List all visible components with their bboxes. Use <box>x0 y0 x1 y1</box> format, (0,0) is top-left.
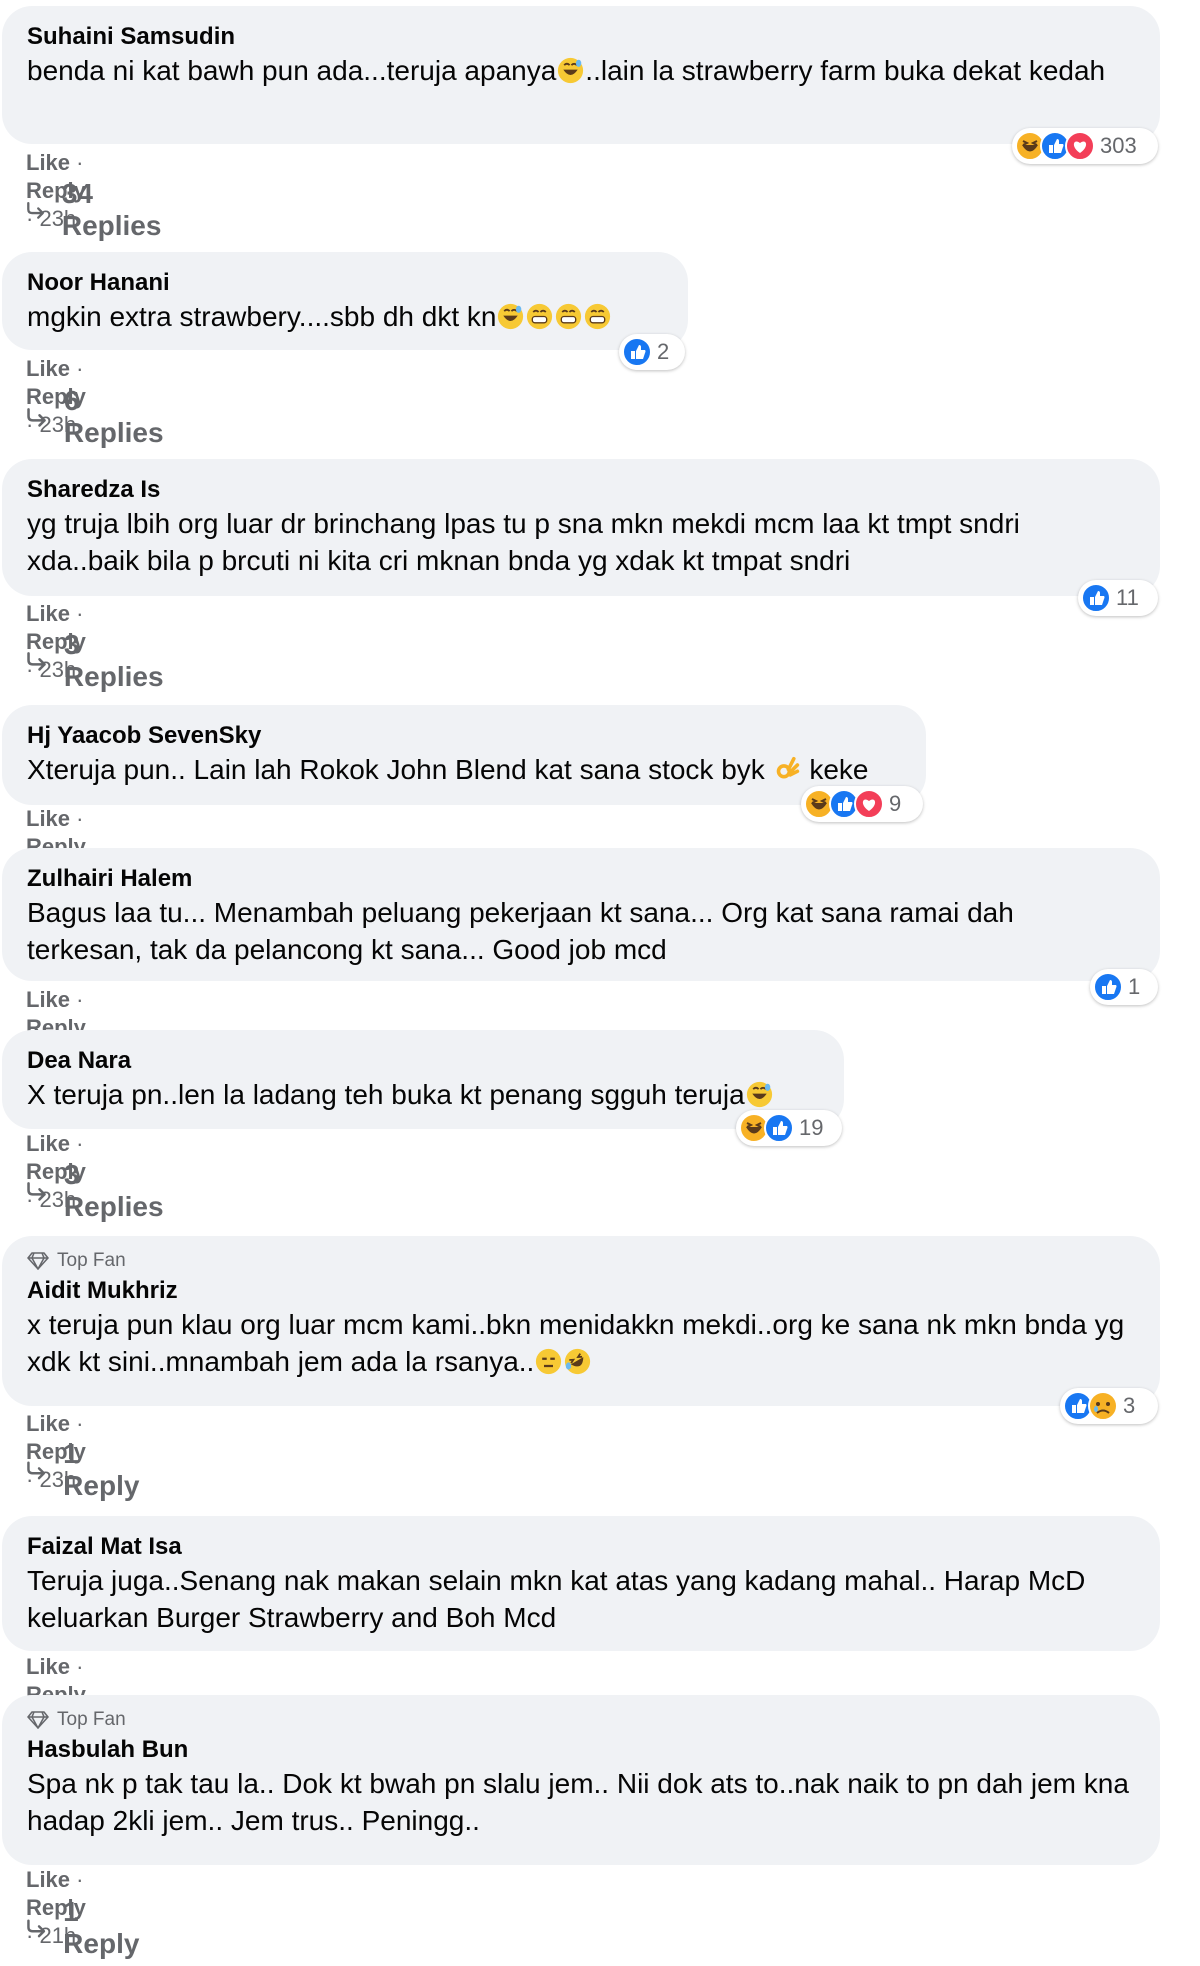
comment-text: benda ni kat bawh pun ada...teruja apany… <box>27 55 1106 86</box>
comment-actions: Like · Reply · 23h <box>26 1653 86 1735</box>
comment-author[interactable]: Hasbulah Bun <box>27 1735 1134 1765</box>
reaction-count: 1 <box>1128 974 1141 999</box>
comment-text: yg truja lbih org luar dr brinchang lpas… <box>27 508 1020 576</box>
comment-thread: Suhaini Samsudin benda ni kat bawh pun a… <box>0 0 1200 1966</box>
reaction-summary[interactable]: 1 <box>1090 969 1158 1005</box>
comment-text: Xteruja pun.. Lain lah Rokok John Blend … <box>27 754 869 785</box>
like-link[interactable]: Like <box>26 356 70 381</box>
like-reaction-icon <box>764 1113 794 1143</box>
like-link[interactable]: Like <box>26 987 70 1012</box>
comment-text: mgkin extra strawbery....sbb dh dkt kn <box>27 298 662 335</box>
view-replies-link[interactable]: 6 Replies <box>26 385 168 448</box>
view-replies-link[interactable]: 1 Reply <box>26 1438 144 1501</box>
grinning-emoji-icon <box>527 303 553 330</box>
comment-author[interactable]: Faizal Mat Isa <box>27 1532 1134 1562</box>
reaction-summary[interactable]: 9 <box>801 786 923 822</box>
comment-actions: Like · Reply · 21h <box>26 1867 86 1948</box>
comment-actions: Like · Reply · 23h <box>26 1131 86 1212</box>
love-reaction-icon <box>1065 131 1095 161</box>
grinning-emoji-icon <box>556 303 582 330</box>
comment-text: Teruja juga..Senang nak makan selain mkn… <box>27 1565 1086 1633</box>
reaction-count: 9 <box>889 791 902 816</box>
comment-bubble: Noor Hanani mgkin extra strawbery....sbb… <box>2 252 688 350</box>
comment-actions: Like · Reply · 22h <box>26 805 86 887</box>
view-replies-link[interactable]: 3 Replies <box>26 1159 168 1222</box>
reaction-count: 2 <box>657 339 670 364</box>
reply-arrow-icon <box>27 1461 46 1480</box>
grinning-sweat-emoji-icon <box>558 57 584 84</box>
grinning-sweat-emoji-icon <box>746 1081 772 1108</box>
reaction-summary[interactable]: 19 <box>736 1110 842 1146</box>
top-fan-badge[interactable]: Top Fan <box>27 1248 1134 1274</box>
sad-reaction-icon <box>1088 1391 1118 1421</box>
comment-author[interactable]: Aidit Mukhriz <box>27 1276 1134 1306</box>
reply-arrow-icon <box>27 408 46 427</box>
view-replies-link[interactable]: 1 Reply <box>26 1896 144 1959</box>
like-link[interactable]: Like <box>26 150 70 175</box>
comment-author[interactable]: Noor Hanani <box>27 268 662 298</box>
like-link[interactable]: Like <box>26 1131 70 1156</box>
grinning-sweat-emoji-icon <box>498 303 524 330</box>
comment-author[interactable]: Sharedza Is <box>27 475 1134 505</box>
reply-arrow-icon <box>27 1919 46 1938</box>
top-fan-badge[interactable]: Top Fan <box>27 1707 1134 1733</box>
reaction-summary[interactable]: 303 <box>1012 128 1158 164</box>
comment-bubble: Top Fan Aidit Mukhriz x teruja pun klau … <box>2 1236 1160 1406</box>
comment-actions: Like · Reply · 20h <box>26 986 86 1068</box>
comment-actions: Like · Reply · 23h <box>26 356 86 437</box>
like-reaction-icon <box>1093 972 1123 1002</box>
like-link[interactable]: Like <box>26 806 70 831</box>
reply-arrow-icon <box>27 1182 46 1201</box>
reaction-summary[interactable]: 3 <box>1060 1388 1158 1424</box>
comment-bubble: Suhaini Samsudin benda ni kat bawh pun a… <box>2 6 1160 144</box>
comment-bubble: Zulhairi Halem Bagus laa tu... Menambah … <box>2 848 1160 981</box>
like-link[interactable]: Like <box>26 601 70 626</box>
like-link[interactable]: Like <box>26 1654 70 1679</box>
like-reaction-icon <box>1081 583 1111 613</box>
like-reaction-icon <box>622 337 652 367</box>
comment-bubble: Faizal Mat Isa Teruja juga..Senang nak m… <box>2 1516 1160 1651</box>
diamond-icon <box>27 1252 49 1270</box>
comment-author[interactable]: Dea Nara <box>27 1046 818 1076</box>
comment-author[interactable]: Suhaini Samsudin <box>27 22 1134 52</box>
comment-text: Bagus laa tu... Menambah peluang pekerja… <box>27 897 1014 965</box>
reply-arrow-icon <box>27 652 46 671</box>
reaction-count: 11 <box>1116 585 1139 610</box>
comment-bubble: Dea Nara X teruja pn..len la ladang teh … <box>2 1030 844 1129</box>
view-replies-link[interactable]: 34 Replies <box>26 178 168 241</box>
ok-hand-emoji-icon <box>776 756 799 779</box>
reaction-count: 303 <box>1100 133 1137 158</box>
reaction-summary[interactable]: 2 <box>619 334 685 370</box>
comment-actions: Like · Reply · 23h <box>26 1411 86 1492</box>
expressionless-emoji-icon <box>536 1348 562 1375</box>
reply-arrow-icon <box>27 201 44 219</box>
comment-author[interactable]: Hj Yaacob SevenSky <box>27 721 900 751</box>
comment-text: Spa nk p tak tau la.. Dok kt bwah pn sla… <box>27 1768 1129 1836</box>
comment-bubble: Sharedza Is yg truja lbih org luar dr br… <box>2 459 1160 596</box>
grinning-emoji-icon <box>585 303 611 330</box>
reaction-count: 3 <box>1123 1393 1136 1418</box>
comment-actions: Like · Reply · 23h <box>26 601 86 682</box>
comment-bubble: Hj Yaacob SevenSky Xteruja pun.. Lain la… <box>2 705 926 805</box>
rofl-emoji-icon <box>565 1348 591 1375</box>
reaction-summary[interactable]: 11 <box>1078 580 1158 616</box>
like-link[interactable]: Like <box>26 1867 70 1892</box>
comment-text: x teruja pun klau org luar mcm kami..bkn… <box>27 1309 1125 1377</box>
like-link[interactable]: Like <box>26 1411 70 1436</box>
reaction-count: 19 <box>799 1115 824 1140</box>
comment-bubble: Top Fan Hasbulah Bun Spa nk p tak tau la… <box>2 1695 1160 1865</box>
diamond-icon <box>27 1711 49 1729</box>
comment-text: X teruja pn..len la ladang teh buka kt p… <box>27 1076 818 1113</box>
love-reaction-icon <box>854 789 884 819</box>
comment-author[interactable]: Zulhairi Halem <box>27 864 1134 894</box>
comment-actions: Like · Reply · 23h <box>26 150 86 231</box>
view-replies-link[interactable]: 3 Replies <box>26 629 168 692</box>
